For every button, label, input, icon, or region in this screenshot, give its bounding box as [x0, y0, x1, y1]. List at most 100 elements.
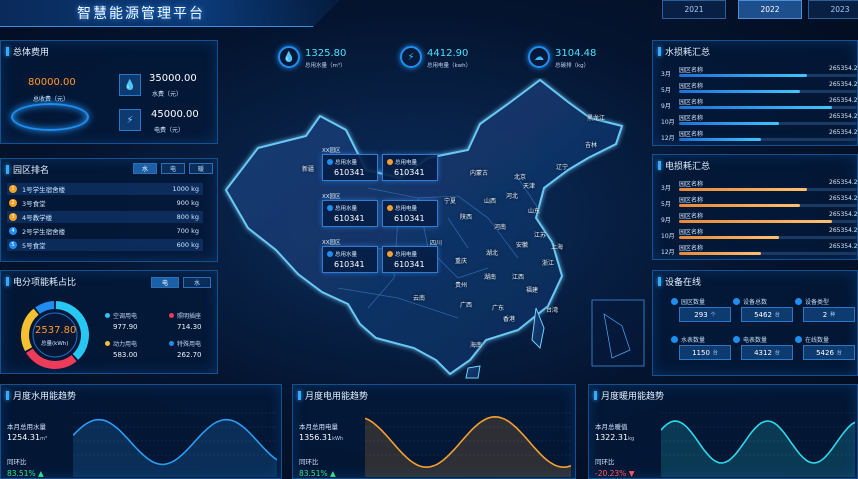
year-tab-2022[interactable]: 2022	[738, 0, 802, 19]
total-cost-value: 80000.00	[28, 77, 76, 88]
ranking-tab-water[interactable]: 水	[133, 163, 157, 174]
ranking-row[interactable]: 5 5号食堂 600 kg	[7, 239, 203, 251]
summary-month: 9月	[661, 103, 671, 110]
donut-legend-item: 动力用电 583.00	[105, 339, 138, 359]
province-label: 海南	[470, 342, 483, 349]
stat-total-carbon: ☁ 3104.48 总碳排（kg）	[528, 46, 618, 78]
province-label: 安徽	[516, 242, 529, 249]
donut-legend-item: 照明插座 714.30	[169, 311, 202, 331]
map-region-card-3[interactable]: XX园区 总用水量 610341 总用电量 610341	[322, 238, 440, 280]
water-meter-icon	[327, 159, 333, 165]
summary-name: 园区名称	[679, 115, 704, 122]
electric-fee-value: 45000.00	[151, 109, 199, 120]
trend-power-summary: 本月总用电量 1356.31kWh 同环比 83.51% ▲	[299, 423, 344, 478]
sub-item-tabs: 电 水	[151, 277, 211, 288]
donut-legend-item: 空调用电 977.90	[105, 311, 138, 331]
water-meter-icon	[671, 336, 678, 343]
sub-item-tab-power[interactable]: 电	[151, 277, 179, 288]
summary-month: 3月	[661, 185, 671, 192]
power-meter-icon	[387, 205, 393, 211]
water-drop-icon: 💧	[278, 46, 300, 68]
summary-name: 园区名称	[679, 99, 704, 106]
summary-value: 265354.2	[829, 195, 858, 202]
legend-dot	[105, 313, 110, 318]
ranking-row[interactable]: 3 4号教学楼 800 kg	[7, 211, 203, 223]
ranking-row[interactable]: 1 1号学生宿舍楼 1000 kg	[7, 183, 203, 195]
rank-value: 800 kg	[176, 213, 199, 221]
donut-legend-item: 特殊用电 262.70	[169, 339, 202, 359]
device-power-meter-count: 电表数量 4312 台	[733, 335, 795, 363]
device-total-count: 设备总数 5462 台	[733, 297, 795, 325]
total-cost-platform	[11, 103, 89, 131]
province-label: 江苏	[534, 232, 547, 239]
rank-value: 1000 kg	[172, 185, 200, 193]
trend-heat-summary: 本月总暖值 1322.31kg 同环比 -20.23% ▼	[595, 423, 635, 478]
summary-bar-fill	[679, 74, 808, 77]
header-title: 智慧能源管理平台	[77, 6, 205, 22]
trend-power-title: 月度电用能趋势	[298, 389, 368, 402]
online-icon	[795, 336, 802, 343]
summary-month: 10月	[661, 233, 675, 240]
summary-name: 园区名称	[679, 67, 704, 74]
province-label: 黑龙江	[587, 115, 606, 122]
devices-title: 设备在线	[658, 275, 701, 288]
type-icon	[795, 298, 802, 305]
province-label: 吉林	[585, 142, 598, 149]
province-label: 香港	[503, 316, 516, 323]
summary-month: 3月	[661, 71, 671, 78]
summary-bar-fill	[679, 106, 833, 109]
stat-total-power: ⚡ 4412.90 总用电量（kwh）	[400, 46, 490, 78]
rank-number: 2	[9, 199, 17, 207]
ranking-tab-power[interactable]: 电	[161, 163, 185, 174]
device-park-count: 园区数量 293 个	[671, 297, 733, 325]
province-label: 宁夏	[444, 198, 457, 205]
province-label: 江西	[512, 274, 525, 281]
summary-month: 9月	[661, 217, 671, 224]
summary-bar-track	[679, 236, 857, 239]
sub-item-tab-water[interactable]: 水	[183, 277, 211, 288]
summary-value: 265354.2	[829, 97, 858, 104]
stat-total-water: 💧 1325.80 总用水量（m³）	[278, 46, 368, 78]
province-label: 河南	[494, 224, 507, 231]
summary-value: 265354.2	[829, 81, 858, 88]
ranking-row[interactable]: 2 3号食堂 900 kg	[7, 197, 203, 209]
summary-bar-track	[679, 252, 857, 255]
province-label: 贵州	[455, 282, 468, 289]
rank-value: 700 kg	[176, 227, 199, 235]
year-tab-2021[interactable]: 2021	[662, 0, 726, 19]
map-region-card-2[interactable]: XX园区 总用水量 610341 总用电量 610341	[322, 192, 440, 234]
summary-month: 5月	[661, 87, 671, 94]
year-tab-2023[interactable]: 2023	[808, 0, 858, 19]
province-label: 新疆	[302, 166, 315, 173]
map-region-card-1[interactable]: XX园区 总用水量 610341 总用电量 610341	[322, 146, 440, 188]
province-label: 重庆	[455, 258, 468, 265]
region-power-card: 总用电量 610341	[382, 154, 438, 181]
summary-value: 265354.2	[829, 211, 858, 218]
region-power-card: 总用电量 610341	[382, 246, 438, 273]
summary-month: 10月	[661, 119, 675, 126]
summary-value: 265354.2	[829, 243, 858, 250]
summary-bar-track	[679, 204, 857, 207]
power-meter-icon	[387, 159, 393, 165]
power-summary-panel: 电损耗汇总 3月 园区名称 265354.2 5月 园区名称 265354.2 9月 园区名称…	[652, 154, 858, 260]
summary-bar-fill	[679, 204, 801, 207]
summary-name: 园区名称	[679, 181, 704, 188]
trend-heat-panel: 月度暖用能趋势 本月总暖值 1322.31kg 同环比 -20.23% ▼	[588, 384, 858, 479]
legend-dot	[105, 341, 110, 346]
trend-power-chart	[365, 412, 571, 477]
summary-bar-fill	[679, 90, 801, 93]
summary-month: 12月	[661, 135, 675, 142]
donut-slice	[35, 301, 55, 314]
power-meter-icon	[733, 336, 740, 343]
ranking-tabs: 水 电 暖	[133, 163, 213, 174]
device-online-count: 在线数量 5426 台	[795, 335, 857, 363]
province-label: 广西	[460, 302, 473, 309]
province-label: 山东	[528, 208, 541, 215]
summary-value: 265354.2	[829, 227, 858, 234]
ranking-tab-heat[interactable]: 暖	[189, 163, 213, 174]
summary-value: 265354.2	[829, 65, 858, 72]
province-label: 湖北	[486, 250, 499, 257]
power-summary-title: 电损耗汇总	[658, 159, 710, 172]
ranking-row[interactable]: 4 2号学生宿舍楼 700 kg	[7, 225, 203, 237]
trend-area	[661, 421, 855, 477]
